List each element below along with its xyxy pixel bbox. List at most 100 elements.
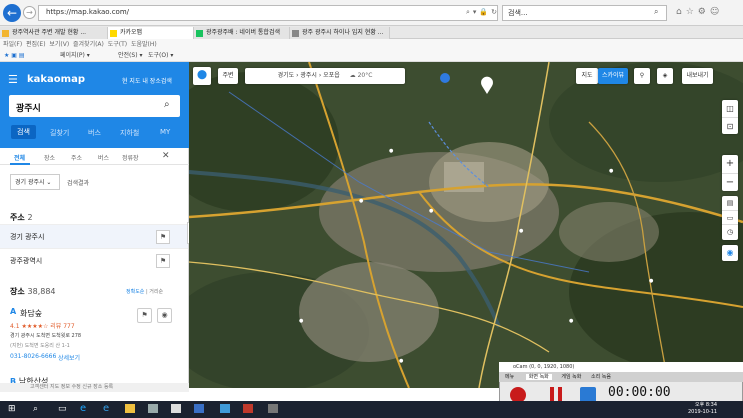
filter-stop[interactable]: 정류장 bbox=[122, 153, 139, 162]
menu-file[interactable]: 파일(F) bbox=[3, 41, 22, 48]
app-icon[interactable] bbox=[268, 404, 278, 413]
pin-icon[interactable]: ◉ bbox=[157, 308, 172, 323]
zoom-in-button[interactable]: + bbox=[722, 155, 738, 173]
clock[interactable]: 오후 8:34 2019-10-11 bbox=[688, 402, 717, 416]
place-header: 장소 bbox=[10, 287, 25, 296]
safety-menu[interactable]: 안전(S) ▾ bbox=[118, 50, 142, 62]
menu-edit[interactable]: 편집(E) bbox=[26, 41, 46, 48]
search-icon[interactable]: ⌕ bbox=[33, 404, 38, 414]
menu-icon[interactable]: ☰ bbox=[8, 73, 18, 86]
store-icon[interactable] bbox=[171, 404, 181, 413]
tab-directions[interactable]: 길찾기 bbox=[50, 128, 69, 138]
tab-label: 광주 광주시 하이나 입지 현황 ... bbox=[302, 29, 384, 36]
search-icon[interactable]: ⌕ bbox=[654, 7, 658, 17]
edge-icon[interactable]: e bbox=[80, 403, 86, 414]
view-skyview-button[interactable]: 스카이뷰 bbox=[598, 68, 628, 84]
search-value[interactable]: 광주시 bbox=[16, 101, 41, 114]
menu-help[interactable]: 도움말(H) bbox=[131, 41, 157, 48]
mail-icon[interactable] bbox=[148, 404, 158, 413]
sidebar-footer[interactable]: 고객센터 지도 정보 수정 신규 장소 등록 bbox=[0, 383, 189, 392]
back-button[interactable]: ← bbox=[3, 4, 21, 22]
filter-address[interactable]: 주소 bbox=[71, 153, 82, 162]
recorder-tab-audio[interactable]: 소리 녹음 bbox=[591, 374, 611, 380]
list-item[interactable]: 광주광역시 ⚑ bbox=[0, 248, 188, 272]
tab-4[interactable]: 광주 광주시 하이나 입지 현황 ... bbox=[290, 27, 390, 39]
location-icon[interactable]: ◉ bbox=[722, 245, 738, 261]
address-label: 경기 광주시 bbox=[10, 233, 45, 241]
filter-place[interactable]: 장소 bbox=[44, 153, 55, 162]
recorder-tab-screen[interactable]: 화면 녹화 bbox=[525, 374, 552, 380]
app-icon[interactable] bbox=[220, 404, 230, 413]
menu-view[interactable]: 보기(V) bbox=[49, 41, 69, 48]
zoom-out-button[interactable]: − bbox=[722, 173, 738, 191]
list-item[interactable]: 경기 광주시 ⚑ bbox=[0, 224, 188, 248]
current-location-pin-button[interactable]: ⬤ bbox=[193, 67, 211, 85]
menu-tools[interactable]: 도구(T) bbox=[108, 41, 127, 48]
menu-favorites[interactable]: 즐겨찾기(A) bbox=[73, 41, 104, 48]
svg-text:●: ● bbox=[389, 148, 394, 154]
filter-all[interactable]: 전체 bbox=[14, 153, 25, 162]
file-explorer-icon[interactable] bbox=[125, 404, 135, 413]
tab-favicon bbox=[292, 30, 299, 37]
forward-button[interactable]: → bbox=[23, 6, 36, 19]
place-phone[interactable]: 031-8026-6666 bbox=[10, 353, 56, 360]
lock-icon[interactable]: ⌕▾🔒↻ bbox=[466, 8, 500, 17]
search-placeholder: 검색... bbox=[508, 9, 528, 17]
tab-favicon bbox=[196, 30, 203, 37]
region-select[interactable]: 경기 광주시 ⌄ bbox=[10, 174, 60, 190]
task-view-icon[interactable]: ▭ bbox=[58, 404, 67, 414]
layers-icon[interactable]: ◈ bbox=[657, 68, 673, 84]
svg-text:●: ● bbox=[609, 168, 614, 174]
address-label: 광주광역시 bbox=[10, 257, 43, 265]
bookmark-icon[interactable]: ⚑ bbox=[137, 308, 152, 323]
bookmark-icon[interactable]: ⚑ bbox=[156, 254, 170, 268]
print-icon[interactable]: ▤ bbox=[722, 196, 738, 210]
search-icon[interactable]: ⌕ bbox=[164, 99, 170, 110]
area-search-link[interactable]: 현 지도 내 장소검색 bbox=[122, 76, 172, 85]
place-count: 38,884 bbox=[27, 287, 56, 296]
place-detail-link[interactable]: 상세보기 bbox=[58, 353, 80, 362]
recorder-tab-menu[interactable]: 메뉴 bbox=[505, 374, 514, 380]
place-marker-a: A bbox=[10, 307, 17, 316]
bookmark-icon[interactable]: ⚑ bbox=[156, 230, 170, 244]
sort-distance[interactable]: 거리순 bbox=[149, 289, 163, 295]
tools-menu[interactable]: 도구(O) ▾ bbox=[148, 50, 173, 62]
app-icon[interactable] bbox=[243, 404, 253, 413]
place-name[interactable]: 화담숲 bbox=[20, 308, 42, 319]
tab-2[interactable]: 카카오맵 bbox=[108, 27, 194, 39]
area-icon[interactable]: ⊡ bbox=[722, 117, 738, 134]
svg-text:●: ● bbox=[359, 198, 364, 204]
tab-my[interactable]: MY bbox=[160, 128, 170, 136]
weather-temp: 20°C bbox=[357, 72, 373, 79]
favorites-icon[interactable]: ★ ▣ ▤ bbox=[4, 50, 25, 62]
tab-1[interactable]: 광주역사관 주변 개발 현황 ... bbox=[0, 27, 108, 39]
close-icon[interactable]: ✕ bbox=[162, 151, 170, 161]
ie-icon[interactable]: e bbox=[103, 403, 109, 414]
tab-subway[interactable]: 지하철 bbox=[120, 128, 139, 138]
map-tools: ◫ ⊡ bbox=[722, 100, 738, 134]
roadview-icon[interactable]: ◷ bbox=[722, 224, 738, 238]
satellite-map[interactable]: ● ● ● ● ● ● ● ● ● bbox=[189, 62, 743, 388]
ruler-icon[interactable]: ◫ bbox=[722, 100, 738, 117]
breadcrumb-path[interactable]: 경기도 › 광주시 › 오포읍 bbox=[278, 72, 340, 79]
windows-start-icon[interactable]: ⊞ bbox=[8, 404, 16, 414]
tab-label: 카카오맵 bbox=[120, 29, 143, 36]
kakaomap-logo[interactable]: kakaomap bbox=[27, 74, 85, 85]
page-menu[interactable]: 페이지(P) ▾ bbox=[60, 50, 90, 62]
filter-bus[interactable]: 버스 bbox=[98, 153, 109, 162]
pin-icon[interactable]: ⚲ bbox=[634, 68, 650, 84]
recorder-tab-game[interactable]: 게임 녹화 bbox=[561, 374, 581, 380]
zoom-control: + − bbox=[722, 155, 738, 191]
tab-favicon bbox=[110, 30, 117, 37]
home-star-gear-icons[interactable]: ⌂☆⚙☺ bbox=[676, 7, 723, 17]
tab-search[interactable]: 검색 bbox=[11, 125, 36, 139]
nearby-button[interactable]: 주변 bbox=[218, 68, 238, 84]
share-button[interactable]: 내보내기 bbox=[682, 68, 713, 84]
view-map-button[interactable]: 지도 bbox=[576, 68, 598, 84]
tab-3[interactable]: 광주광주배 : 네이버 통합검색 bbox=[194, 27, 290, 39]
distance-icon[interactable]: ▭ bbox=[722, 210, 738, 224]
sort-toggle[interactable]: 정확도순 | 거리순 bbox=[126, 288, 163, 295]
app-icon[interactable] bbox=[194, 404, 204, 413]
sort-accuracy[interactable]: 정확도순 bbox=[126, 289, 144, 295]
tab-bus[interactable]: 버스 bbox=[88, 128, 101, 138]
